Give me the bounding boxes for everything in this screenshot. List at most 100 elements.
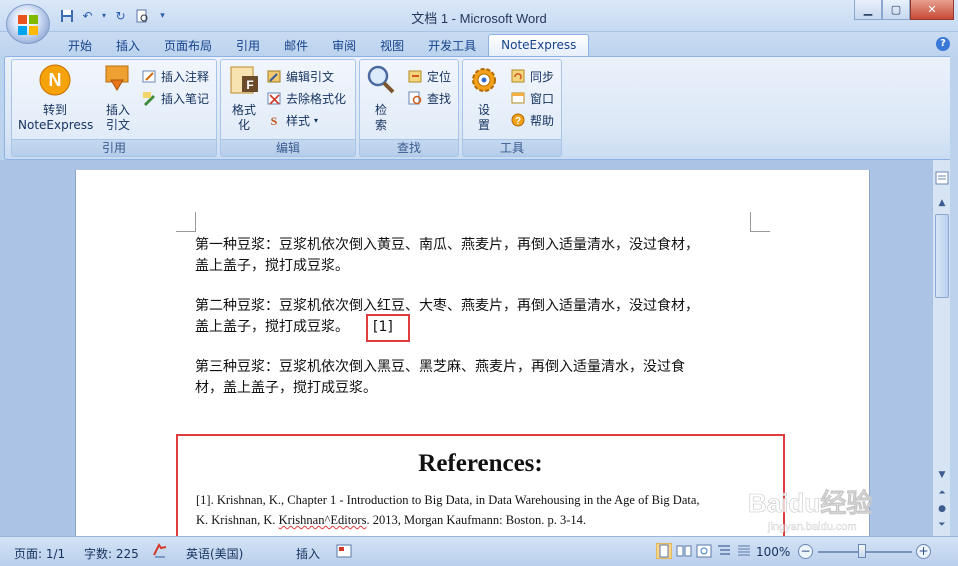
edit-citation-icon [267, 70, 281, 82]
ruler-toggle-icon[interactable] [935, 170, 949, 186]
paragraph-2[interactable]: 第二种豆浆：豆浆机依次倒入红豆、大枣、燕麦片，再倒入适量清水，没过食材， 盖上盖… [195, 296, 755, 338]
zoom-slider-thumb[interactable] [858, 544, 866, 558]
insert-note-button[interactable]: 插入注释 [142, 66, 209, 86]
insert-note-label: 插入注释 [161, 69, 210, 84]
references-title: References: [418, 450, 543, 477]
window-controls: ▁ ▢ ✕ [854, 0, 954, 20]
previous-page-icon[interactable]: ⏶ [935, 486, 949, 500]
window-label: 窗口 [530, 91, 555, 106]
find-button[interactable]: 查找 [408, 88, 451, 108]
paragraph-1-line-2: 盖上盖子，搅打成豆浆。 [195, 258, 349, 274]
tab-references[interactable]: 引用 [224, 34, 272, 56]
minimize-button[interactable]: ▁ [854, 0, 882, 20]
insert-memo-button[interactable]: 插入笔记 [142, 88, 209, 108]
noteexpress-logo-icon: N [39, 64, 71, 96]
group-edit: F 格式 化 编辑引文 去除格式化 S 样式 ▾ 编辑 [220, 59, 356, 157]
window-button[interactable]: 窗口 [511, 88, 554, 108]
style-dropdown[interactable]: S 样式 ▾ [267, 110, 318, 130]
locate-button[interactable]: 定位 [408, 66, 451, 86]
office-logo-icon [18, 15, 38, 35]
help-button[interactable]: ? 帮助 [511, 110, 554, 130]
scroll-down-arrow-icon[interactable]: ▼ [935, 468, 949, 482]
margin-corner-right [750, 212, 770, 232]
search-label-1: 检 [374, 103, 387, 117]
format-button[interactable]: F 格式 化 [227, 64, 261, 133]
outline-view-icon[interactable] [716, 543, 732, 559]
group-tools-label: 工具 [463, 139, 561, 156]
insert-citation-label-1: 插入 [105, 103, 130, 117]
insert-citation-button[interactable]: 插入 引文 [98, 64, 138, 133]
svg-text:N: N [49, 70, 62, 90]
insert-mode-indicator[interactable]: 插入 [296, 545, 320, 562]
paragraph-3[interactable]: 第三种豆浆：豆浆机依次倒入黑豆、黑芝麻、燕麦片，再倒入适量清水，没过食 材，盖上… [195, 357, 755, 399]
goto-label-1: 转到 [42, 103, 67, 117]
maximize-button[interactable]: ▢ [882, 0, 910, 20]
reference-line-2-part-1: K. Krishnan, K. [196, 513, 279, 527]
web-layout-view-icon[interactable] [696, 543, 712, 559]
tab-mailings[interactable]: 邮件 [272, 34, 320, 56]
close-button[interactable]: ✕ [910, 0, 954, 20]
macro-record-icon[interactable] [336, 543, 352, 559]
insert-memo-label: 插入笔记 [161, 91, 210, 106]
ribbon: N 转到 NoteExpress 插入 引文 插入注释 插入笔记 引用 F 格式… [4, 56, 954, 160]
search-label-2: 索 [374, 118, 387, 132]
format-label-1: 格式 [231, 103, 256, 117]
paragraph-1[interactable]: 第一种豆浆：豆浆机依次倒入黄豆、南瓜、燕麦片，再倒入适量清水，没过食材， 盖上盖… [195, 235, 755, 277]
sync-label: 同步 [530, 69, 555, 84]
chevron-down-icon: ▾ [314, 115, 319, 125]
window-title: 文档 1 - Microsoft Word [411, 11, 547, 26]
tab-review[interactable]: 审阅 [320, 34, 368, 56]
paragraph-2-line-2: 盖上盖子，搅打成豆浆。 [195, 319, 349, 335]
settings-button[interactable]: 设 置 [467, 64, 501, 133]
paragraph-3-line-2: 材，盖上盖子，搅打成豆浆。 [195, 380, 377, 396]
remove-format-button[interactable]: 去除格式化 [267, 88, 346, 108]
status-bar: 页面: 1/1 字数: 225 英语(美国) 插入 100% − + [0, 536, 958, 566]
vertical-scrollbar[interactable]: ▲ ▼ ⏶ ● ⏷ [932, 160, 950, 536]
zoom-out-button[interactable]: − [798, 544, 813, 559]
tab-home[interactable]: 开始 [56, 34, 104, 56]
search-button[interactable]: 检 索 [364, 64, 398, 133]
tab-view[interactable]: 视图 [368, 34, 416, 56]
goto-noteexpress-button[interactable]: N 转到 NoteExpress [18, 64, 93, 133]
scrollbar-thumb[interactable] [935, 214, 949, 298]
next-page-icon[interactable]: ⏷ [935, 518, 949, 532]
style-label: 样式 [286, 113, 311, 128]
browse-object-icon[interactable]: ● [935, 502, 949, 516]
help-icon[interactable]: ? [936, 37, 950, 51]
locate-icon [408, 70, 422, 82]
help-circle-icon: ? [511, 113, 525, 127]
draft-view-icon[interactable] [736, 543, 752, 559]
document-page[interactable]: 第一种豆浆：豆浆机依次倒入黄豆、南瓜、燕麦片，再倒入适量清水，没过食材， 盖上盖… [75, 170, 870, 548]
sync-button[interactable]: 同步 [511, 66, 554, 86]
page-count[interactable]: 页面: 1/1 [14, 545, 65, 562]
zoom-in-button[interactable]: + [916, 544, 931, 559]
group-cite: N 转到 NoteExpress 插入 引文 插入注释 插入笔记 引用 [11, 59, 217, 157]
insert-citation-icon [105, 65, 129, 91]
tab-noteexpress[interactable]: NoteExpress [488, 34, 590, 56]
full-screen-reading-view-icon[interactable] [676, 543, 692, 559]
remove-format-label: 去除格式化 [286, 91, 347, 106]
scroll-up-arrow-icon[interactable]: ▲ [935, 196, 949, 210]
proofing-icon[interactable] [152, 543, 168, 559]
svg-text:S: S [271, 114, 278, 128]
zoom-level[interactable]: 100% [756, 545, 790, 559]
edit-citation-button[interactable]: 编辑引文 [267, 66, 334, 86]
reference-line-2-misspelled: Krishnan^Editors [278, 513, 367, 527]
svg-text:F: F [246, 78, 253, 92]
print-layout-view-icon[interactable] [656, 543, 672, 559]
tab-insert[interactable]: 插入 [104, 34, 152, 56]
group-cite-label: 引用 [12, 139, 216, 156]
settings-label-2: 置 [477, 118, 490, 132]
office-button[interactable] [6, 4, 50, 44]
help-label: 帮助 [530, 113, 555, 128]
document-area: 第一种豆浆：豆浆机依次倒入黄豆、南瓜、燕麦片，再倒入适量清水，没过食材， 盖上盖… [0, 160, 932, 548]
word-count[interactable]: 字数: 225 [84, 545, 139, 562]
paragraph-2-line-1: 第二种豆浆：豆浆机依次倒入红豆、大枣、燕麦片，再倒入适量清水，没过食材， [195, 298, 699, 314]
settings-label-1: 设 [477, 103, 490, 117]
group-find: 检 索 定位 查找 查找 [359, 59, 459, 157]
tab-developer[interactable]: 开发工具 [416, 34, 488, 56]
group-find-label: 查找 [360, 139, 458, 156]
tab-page-layout[interactable]: 页面布局 [152, 34, 224, 56]
language-indicator[interactable]: 英语(美国) [186, 545, 243, 562]
reference-line-2-part-3: . 2013, Morgan Kaufmann: Boston. p. 3-14… [366, 513, 586, 527]
